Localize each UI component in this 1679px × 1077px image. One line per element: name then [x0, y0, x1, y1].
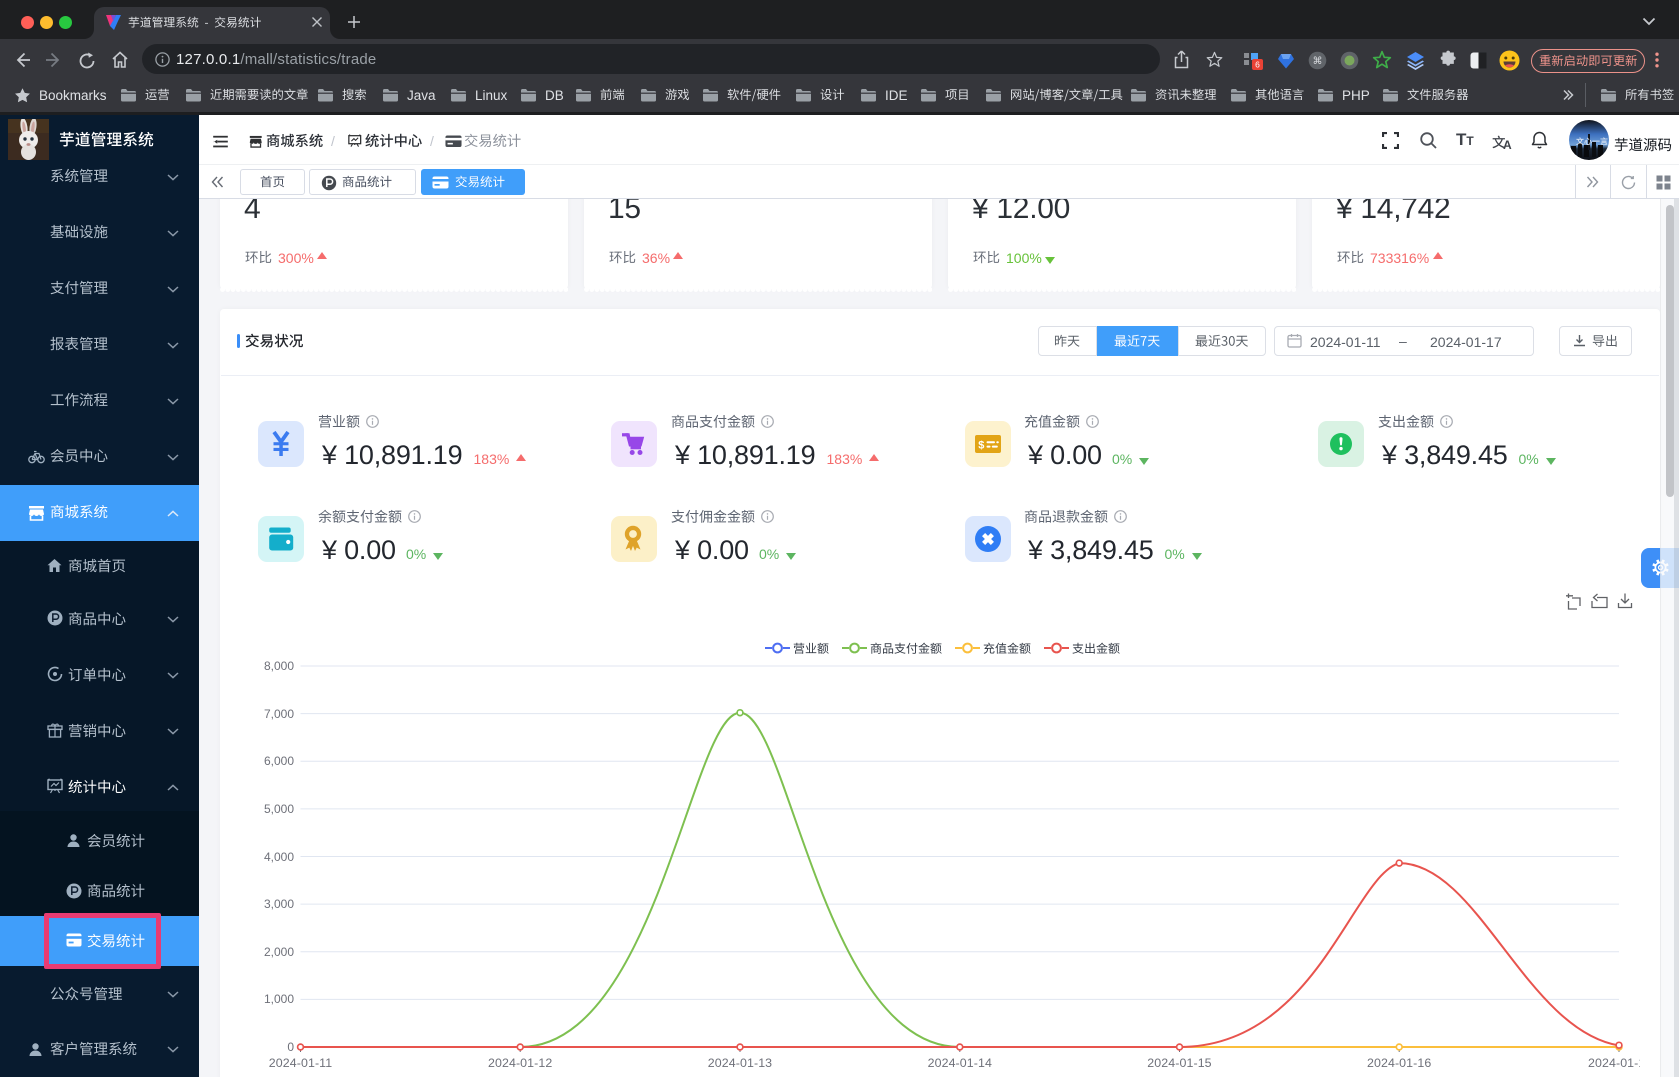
- svg-text:$: $: [978, 440, 984, 452]
- svg-text:⌘: ⌘: [1313, 56, 1323, 67]
- svg-text:6: 6: [1255, 60, 1260, 70]
